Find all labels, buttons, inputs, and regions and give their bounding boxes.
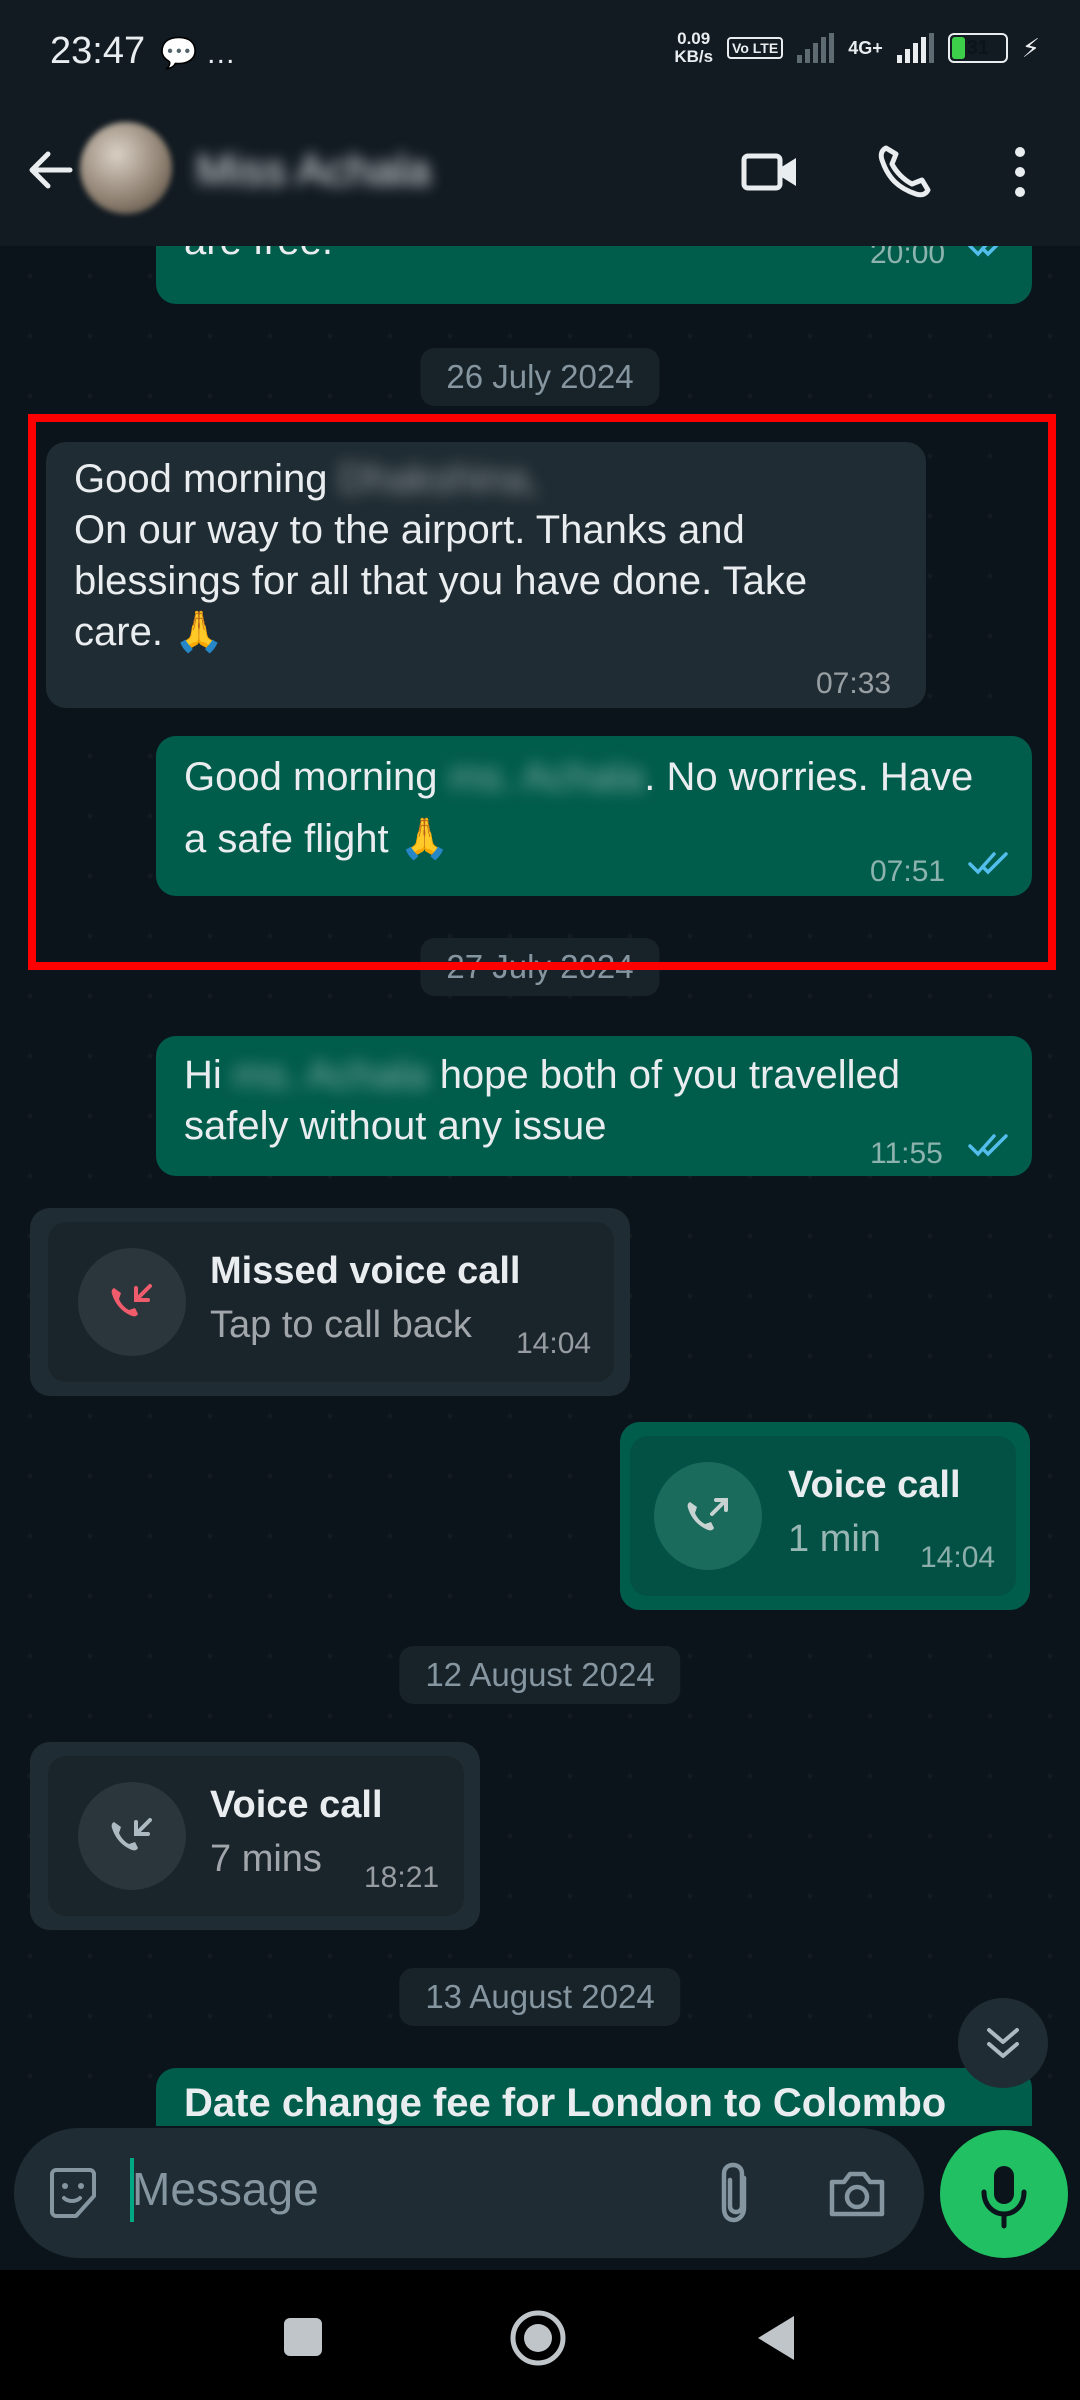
call-card[interactable]: Missed voice call Tap to call back 14:04 <box>48 1222 614 1382</box>
sticker-icon[interactable] <box>42 2162 104 2224</box>
system-nav-bar <box>0 2270 1080 2400</box>
message-greeting: Good morning <box>74 457 328 501</box>
volte-badge: Vo LTE <box>727 37 784 59</box>
message-outgoing[interactable]: are free. 20:00 <box>156 246 1032 304</box>
date-separator: 26 July 2024 <box>420 348 660 406</box>
message-time: 07:33 <box>816 667 892 700</box>
battery-icon: 31 <box>947 33 1008 63</box>
scroll-to-bottom-button[interactable] <box>958 1998 1048 2088</box>
date-separator: 12 August 2024 <box>399 1646 681 1704</box>
net-speed-value: 0.09 <box>677 29 711 48</box>
chat-area[interactable]: are free. 20:00 26 July 2024 Good mornin… <box>0 246 1080 2126</box>
redacted-name: ms. Achala <box>232 1053 429 1097</box>
status-right: 0.09 KB/s Vo LTE 4G+ 31 ⚡︎ <box>674 30 1040 66</box>
battery-level: 31 <box>966 37 989 59</box>
message-time: 14:04 <box>920 1541 996 1574</box>
message-outgoing[interactable]: Good morning ms. Achala. No worries. Hav… <box>156 736 1032 896</box>
message-outgoing[interactable]: Date change fee for London to Colombo <box>156 2068 1032 2126</box>
voice-call-message[interactable]: Voice call 1 min 14:04 <box>620 1422 1030 1610</box>
back-nav-icon[interactable] <box>752 2312 800 2364</box>
incoming-call-icon <box>78 1782 186 1890</box>
net-speed-unit: KB/s <box>674 47 714 66</box>
network-type: 4G+ <box>848 37 883 58</box>
more-options-icon[interactable] <box>988 140 1052 204</box>
read-ticks-icon <box>968 852 1008 875</box>
read-ticks-icon <box>968 1134 1008 1157</box>
message-text: Good morning Dhakshina, On our way to th… <box>74 454 904 658</box>
recents-icon[interactable] <box>280 2314 326 2360</box>
message-incoming[interactable]: Good morning Dhakshina, On our way to th… <box>46 442 926 708</box>
contact-name[interactable]: Miss Achala <box>196 146 431 196</box>
message-text: Date change fee for London to Colombo <box>184 2081 947 2125</box>
call-card[interactable]: Voice call 1 min 14:04 <box>630 1436 1016 1596</box>
signal-1-icon <box>797 33 835 63</box>
message-input[interactable]: Message <box>132 2162 319 2216</box>
home-icon[interactable] <box>508 2308 568 2368</box>
double-chevron-down-icon <box>987 2028 1019 2058</box>
call-card[interactable]: Voice call 7 mins 18:21 <box>48 1756 464 1916</box>
message-greeting: Hi <box>184 1053 222 1097</box>
date-separator: 27 July 2024 <box>420 938 660 996</box>
status-bar: 23:47 💬 … 0.09 KB/s Vo LTE 4G+ 31 ⚡︎ <box>0 0 1080 110</box>
message-time: 11:55 <box>870 1137 943 1170</box>
chat-header: Miss Achala <box>0 110 1080 246</box>
message-time: 14:04 <box>516 1327 592 1360</box>
signal-2-icon <box>896 33 934 63</box>
call-title: Missed voice call <box>210 1250 521 1292</box>
message-greeting: Good morning <box>184 755 438 799</box>
redacted-name: Dhakshina, <box>338 457 539 501</box>
message-body: On our way to the airport. Thanks and bl… <box>74 508 808 654</box>
message-text: are free. <box>184 246 333 267</box>
missed-call-icon <box>78 1248 186 1356</box>
outgoing-call-icon <box>654 1462 762 1570</box>
video-call-icon[interactable] <box>738 140 802 204</box>
camera-icon[interactable] <box>826 2162 888 2224</box>
attach-icon[interactable] <box>708 2160 762 2226</box>
avatar[interactable] <box>80 122 172 214</box>
back-arrow-icon[interactable] <box>20 140 80 200</box>
call-title: Voice call <box>210 1784 383 1826</box>
redacted-name: ms. Achala <box>448 755 645 799</box>
status-time: 23:47 <box>50 30 146 72</box>
mic-icon <box>981 2166 1027 2229</box>
message-time: 18:21 <box>364 1861 440 1894</box>
notification-icons: 💬 … <box>160 37 236 70</box>
net-speed: 0.09 KB/s <box>674 30 713 66</box>
message-time: 07:51 <box>870 855 946 888</box>
missed-call-message[interactable]: Missed voice call Tap to call back 14:04 <box>30 1208 630 1396</box>
message-time: 20:00 <box>870 246 946 270</box>
voice-message-button[interactable] <box>940 2130 1068 2258</box>
message-outgoing[interactable]: Hi ms. Achala hope both of you travelled… <box>156 1036 1032 1176</box>
charging-icon: ⚡︎ <box>1021 32 1040 63</box>
call-subtitle: 7 mins <box>210 1838 322 1880</box>
date-separator: 13 August 2024 <box>399 1968 681 2026</box>
read-ticks-icon <box>968 246 999 257</box>
call-subtitle: Tap to call back <box>210 1304 472 1346</box>
message-composer[interactable]: Message <box>14 2128 924 2258</box>
voice-call-icon[interactable] <box>872 140 936 204</box>
voice-call-message[interactable]: Voice call 7 mins 18:21 <box>30 1742 480 1930</box>
call-subtitle: 1 min <box>788 1518 881 1560</box>
call-title: Voice call <box>788 1464 961 1506</box>
